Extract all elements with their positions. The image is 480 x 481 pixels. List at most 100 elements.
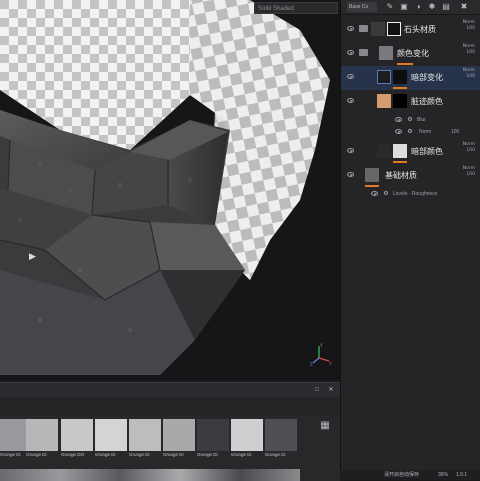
layer-blend[interactable]: Norm 100 (463, 68, 475, 80)
layer-thumbnail (377, 70, 391, 84)
status-bar: 请开启自动保存 36% 1.0.1 (340, 470, 480, 480)
asset-thumbnail (61, 419, 93, 451)
effect-name: Norm (419, 129, 432, 135)
asset-label: Grunge Di (129, 452, 150, 457)
filter-icon: ⚙ (407, 129, 413, 135)
mask-thumbnail (393, 70, 407, 84)
asset-shelf: □ ✕ ▦ Grunge Di Grunge Di Grunge Dirt Gr… (0, 382, 340, 481)
layers-panel: Base Co ✎ ▣ ◑ ✱ ▤ ✖ 石头材质 Norm 100 颜色变化 No… (340, 0, 480, 470)
asset-tile[interactable]: Grunge Di (129, 419, 161, 459)
mask-thumbnail (387, 22, 401, 36)
asset-tile[interactable]: Grunge Dirt (61, 419, 93, 459)
asset-thumbnail (163, 419, 195, 451)
pointer-cursor-icon: ▶ (29, 251, 36, 261)
asset-label: Grunge Di (265, 452, 286, 457)
3d-viewport[interactable]: Solid Shaded ▶ Y X Z (0, 0, 340, 380)
asset-tile[interactable]: Grunge Di (26, 419, 58, 459)
display-mode-dropdown[interactable]: Solid Shaded (254, 2, 338, 14)
visibility-eye-icon[interactable] (347, 74, 354, 79)
channel-dropdown[interactable]: Base Co (347, 2, 377, 12)
asset-tile[interactable]: Grunge Di (197, 419, 229, 459)
layer-row[interactable]: 基础材质 Norm 100 (341, 164, 480, 188)
layers-toolbar: Base Co ✎ ▣ ◑ ✱ ▤ ✖ (341, 0, 480, 15)
visibility-eye-icon[interactable] (395, 117, 402, 122)
layer-thumbnail (365, 168, 379, 182)
layer-name: 暗部变化 (411, 73, 443, 82)
layer-row[interactable]: 颜色变化 Norm 100 (341, 42, 480, 66)
zoom-level: 36% (438, 472, 449, 478)
visibility-eye-icon[interactable] (395, 129, 402, 134)
layer-blend[interactable]: Norm 100 (463, 44, 475, 56)
asset-label: Grunge Di (231, 452, 252, 457)
layer-thumbnail (377, 144, 391, 158)
asset-thumbnail (26, 419, 58, 451)
filter-icon: ⚙ (407, 117, 413, 123)
layer-blend[interactable]: Norm 100 (463, 166, 475, 178)
visibility-eye-icon[interactable] (347, 98, 354, 103)
layer-row-selected[interactable]: 暗部变化 Norm 100 (341, 66, 480, 90)
layer-row[interactable]: 石头材质 Norm 100 (341, 18, 480, 42)
color-indicator (393, 161, 407, 163)
mask-thumbnail (393, 144, 407, 158)
layer-name: 脏迹颜色 (411, 97, 443, 106)
asset-thumbnail (129, 419, 161, 451)
effect-name: Levels - Roughness (393, 191, 438, 197)
axis-z-label: Z (310, 362, 313, 366)
axis-y-label: Y (319, 343, 323, 348)
version-label: 1.0.1 (456, 472, 468, 478)
layer-blend[interactable]: Norm 100 (463, 142, 475, 154)
folder-icon[interactable]: ▤ (441, 2, 451, 12)
layer-name: 颜色变化 (397, 49, 429, 58)
shelf-header: □ ✕ (0, 383, 340, 398)
filter-icon: ⚙ (383, 191, 389, 197)
effect-icon[interactable]: ✱ (427, 2, 437, 12)
paint-layer-icon[interactable]: ✎ (385, 2, 395, 12)
color-indicator (365, 185, 379, 187)
asset-thumbnail (265, 419, 297, 451)
effect-row[interactable]: ⚙ Norm 100 (341, 126, 480, 138)
grid-view-icon[interactable]: ▦ (320, 421, 330, 431)
asset-label: Grunge Di (26, 452, 47, 457)
close-icon[interactable]: ✕ (326, 385, 336, 395)
asset-tile[interactable]: Grunge Di (231, 419, 263, 459)
layer-row[interactable]: 暗部颜色 Norm 100 (341, 140, 480, 164)
color-indicator (393, 87, 407, 89)
color-indicator (397, 63, 413, 65)
visibility-eye-icon[interactable] (371, 191, 378, 196)
visibility-eye-icon[interactable] (347, 172, 354, 177)
visibility-eye-icon[interactable] (347, 26, 354, 31)
shelf-filter-bar (0, 397, 340, 415)
asset-label: Grunge Di (95, 452, 116, 457)
folder-icon (359, 49, 368, 56)
effect-row[interactable]: ⚙ Levels - Roughness (341, 188, 480, 200)
delete-icon[interactable]: ✖ (459, 2, 469, 12)
mask-icon[interactable]: ◑ (413, 2, 423, 12)
asset-row-partial (0, 469, 300, 481)
asset-tile[interactable]: Grunge Di (95, 419, 127, 459)
layer-thumbnail (377, 94, 391, 108)
3d-scene[interactable] (0, 0, 340, 380)
asset-thumbnail (231, 419, 263, 451)
effect-name: Blur (417, 117, 426, 123)
visibility-eye-icon[interactable] (347, 148, 354, 153)
mask-thumbnail (393, 94, 407, 108)
asset-tile[interactable]: Grunge Di (265, 419, 297, 459)
asset-label: Grunge Di (163, 452, 184, 457)
folder-icon (359, 25, 368, 32)
pin-icon[interactable]: □ (312, 385, 322, 395)
layer-name: 基础材质 (385, 171, 417, 180)
asset-thumbnail (95, 419, 127, 451)
layer-thumbnail (379, 46, 393, 60)
asset-label: Grunge Di (197, 452, 218, 457)
effect-value: 100 (451, 129, 460, 135)
effect-row[interactable]: ⚙ Blur (341, 114, 480, 126)
fill-layer-icon[interactable]: ▣ (399, 2, 409, 12)
visibility-eye-icon[interactable] (347, 50, 354, 55)
status-text: 请开启自动保存 (384, 472, 420, 478)
layer-name: 石头材质 (404, 25, 436, 34)
layer-row[interactable]: 脏迹颜色 (341, 90, 480, 114)
layer-name: 暗部颜色 (411, 147, 443, 156)
layer-thumbnail (371, 22, 385, 36)
asset-tile[interactable]: Grunge Di (163, 419, 195, 459)
layer-blend[interactable]: Norm 100 (463, 20, 475, 32)
